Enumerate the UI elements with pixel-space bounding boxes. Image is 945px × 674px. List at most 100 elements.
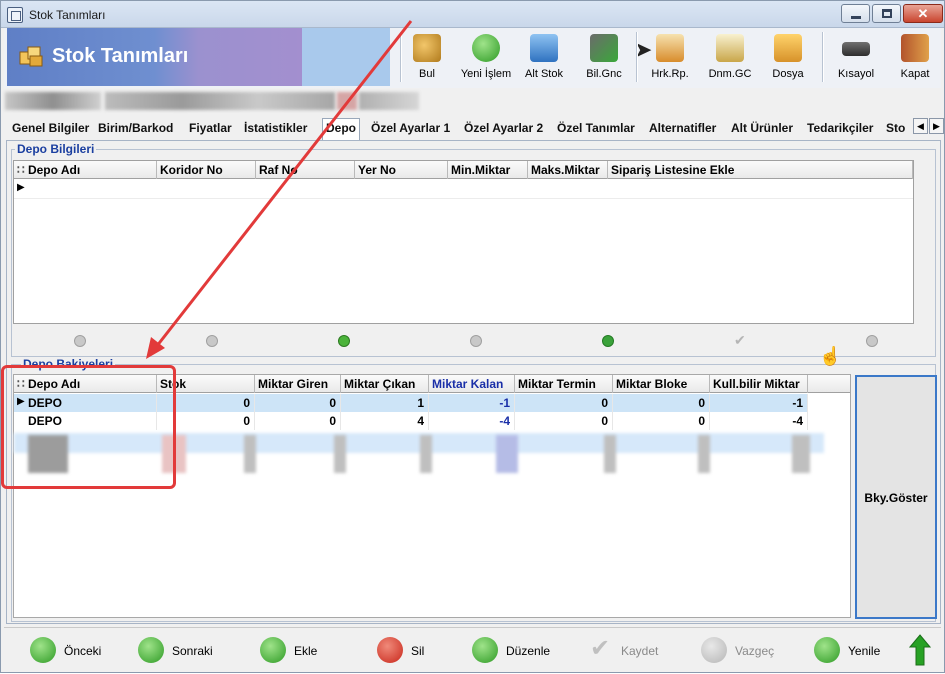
stock-boxes-icon (19, 46, 43, 67)
ekle-button[interactable]: Ekle (260, 636, 340, 664)
maximize-icon (882, 9, 892, 18)
tab-scroll-right-button[interactable]: ▶ (929, 118, 944, 134)
nav-first-icon[interactable] (74, 335, 86, 347)
tab-istatistikler[interactable]: İstatistikler (244, 121, 307, 139)
redacted-block (420, 435, 432, 473)
plus-circle-icon (472, 34, 500, 62)
tab-genel-bilgiler[interactable]: Genel Bilgiler (12, 121, 89, 139)
nav-delete-icon[interactable] (470, 335, 482, 347)
toolbar-button-alt-stok[interactable]: Alt Stok (522, 30, 566, 84)
nav-post-icon[interactable]: ✔ (734, 332, 746, 349)
toolbar-button-hrk-rp[interactable]: Hrk.Rp. (648, 30, 692, 84)
up-arrow-icon[interactable] (908, 634, 932, 666)
cell-miktar-kalan: -1 (429, 394, 515, 412)
toolbar-button-bul[interactable]: Bul (409, 30, 445, 84)
grid-column-header[interactable]: Yer No (355, 161, 448, 179)
grid-column-header[interactable]: Raf No (256, 161, 355, 179)
tab-ozel-tanimlar[interactable]: Özel Tanımlar (557, 121, 635, 139)
toolbar-separator (636, 32, 638, 82)
title-bar: Stok Tanımları ✕ (1, 1, 944, 28)
vazgec-button[interactable]: Vazgeç (701, 636, 791, 664)
kaydet-button[interactable]: ✔ Kaydet (587, 636, 677, 664)
redacted-info-line (1, 92, 421, 110)
tab-stok-partial[interactable]: Sto (886, 121, 910, 139)
grid-column-header[interactable]: ∷ Depo Adı (14, 161, 157, 179)
toolbar-button-kapat[interactable]: Kapat (896, 30, 934, 84)
window-title: Stok Tanımları (29, 8, 106, 22)
toolbar-button-yeni-islem[interactable]: Yeni İşlem (460, 30, 512, 84)
depo-bilgileri-grid[interactable]: ∷ Depo Adı Koridor No Raf No Yer No Min.… (13, 160, 914, 324)
redacted-block (792, 435, 810, 473)
button-label: Düzenle (506, 644, 551, 658)
bottom-action-bar: Önceki Sonraki Ekle Sil Düzenle ✔ Kaydet… (4, 627, 941, 671)
grid-column-header[interactable]: Sipariş Listesine Ekle (608, 161, 913, 179)
grid-column-header[interactable]: Miktar Çıkan (341, 375, 429, 393)
toolbar-button-dosya[interactable]: Dosya (769, 30, 807, 84)
button-label: Yenile (848, 644, 881, 658)
button-label: Sonraki (172, 644, 213, 658)
grid-column-header[interactable]: Min.Miktar (448, 161, 528, 179)
toolbar-label: Dosya (772, 68, 804, 80)
grid-column-header[interactable]: Miktar Termin (515, 375, 613, 393)
close-button[interactable]: ✕ (903, 4, 943, 23)
grid-column-header[interactable]: Miktar Kalan (429, 375, 515, 393)
close-icon: ✕ (917, 6, 929, 21)
toolbar-label: Yeni İşlem (460, 68, 512, 80)
page-title: Stok Tanımları (52, 45, 189, 67)
yenile-button[interactable]: Yenile (814, 636, 894, 664)
toolbar-label: Hrk.Rp. (651, 68, 689, 80)
cell-miktar-giren: 0 (255, 412, 341, 430)
tab-alt-urunler[interactable]: Alt Ürünler (731, 121, 793, 139)
nav-cancel-icon[interactable] (866, 335, 878, 347)
toolbar-label: Dnm.GC (708, 68, 752, 80)
drag-handle-icon: ∷ (17, 163, 28, 177)
tab-alternatifler[interactable]: Alternatifler (649, 121, 716, 139)
tab-fiyatlar[interactable]: Fiyatlar (189, 121, 232, 139)
minimize-button[interactable] (841, 4, 870, 23)
toolbar-button-dnm-gc[interactable]: Dnm.GC (707, 30, 753, 84)
money-refresh-icon (590, 34, 618, 62)
minimize-icon (851, 16, 861, 19)
nav-prior-icon[interactable] (206, 335, 218, 347)
arrow-left-icon (30, 637, 56, 663)
grid-header: ∷ Depo Adı Koridor No Raf No Yer No Min.… (14, 161, 913, 179)
annotation-highlight-box (1, 365, 176, 489)
sonraki-button[interactable]: Sonraki (138, 636, 228, 664)
tab-birim-barkod[interactable]: Birim/Barkod (98, 121, 173, 139)
nav-edit-icon[interactable] (602, 335, 614, 347)
grid-column-header[interactable]: Koridor No (157, 161, 256, 179)
grid-column-header[interactable]: Miktar Giren (255, 375, 341, 393)
toolbar-button-bil-gnc[interactable]: Bil.Gnc (584, 30, 624, 84)
button-label: Ekle (294, 644, 318, 658)
grid-row-divider (14, 198, 913, 199)
sil-button[interactable]: Sil (377, 636, 447, 664)
redacted-block (244, 435, 256, 473)
column-label: Depo Adı (27, 163, 81, 177)
duzenle-button[interactable]: Düzenle (472, 636, 562, 664)
hand-cursor-icon: ☝ (819, 346, 842, 366)
folder-icon (774, 34, 802, 62)
toolbar-label: Bil.Gnc (586, 68, 622, 80)
tab-ozel-ayarlar-1[interactable]: Özel Ayarlar 1 (371, 121, 450, 139)
onceki-button[interactable]: Önceki (30, 636, 120, 664)
tab-ozel-ayarlar-2[interactable]: Özel Ayarlar 2 (464, 121, 543, 139)
redacted-block (698, 435, 710, 473)
nav-insert-icon[interactable] (338, 335, 350, 347)
tab-depo[interactable]: Depo (322, 118, 360, 140)
brand-strip: ➤ (302, 28, 652, 86)
tab-scroll-left-button[interactable]: ◀ (913, 118, 928, 134)
grid-column-header[interactable]: Kull.bilir Miktar (710, 375, 808, 393)
tab-tedarikciler[interactable]: Tedarikçiler (807, 121, 873, 139)
bky-goster-button[interactable]: Bky.Göster (855, 375, 937, 619)
toolbar-button-kisayol[interactable]: Kısayol (834, 30, 878, 84)
button-label: Sil (411, 644, 425, 658)
redacted-block (496, 435, 518, 473)
cell-kullanilir-miktar: -1 (710, 394, 808, 412)
grid-column-header[interactable]: Maks.Miktar (528, 161, 608, 179)
refresh-icon (814, 637, 840, 663)
tab-strip: Genel Bilgiler Birim/Barkod Fiyatlar İst… (7, 118, 944, 140)
exit-door-icon (901, 34, 929, 62)
maximize-button[interactable] (872, 4, 901, 23)
grid-column-header[interactable]: Miktar Bloke (613, 375, 710, 393)
minus-icon (377, 637, 403, 663)
